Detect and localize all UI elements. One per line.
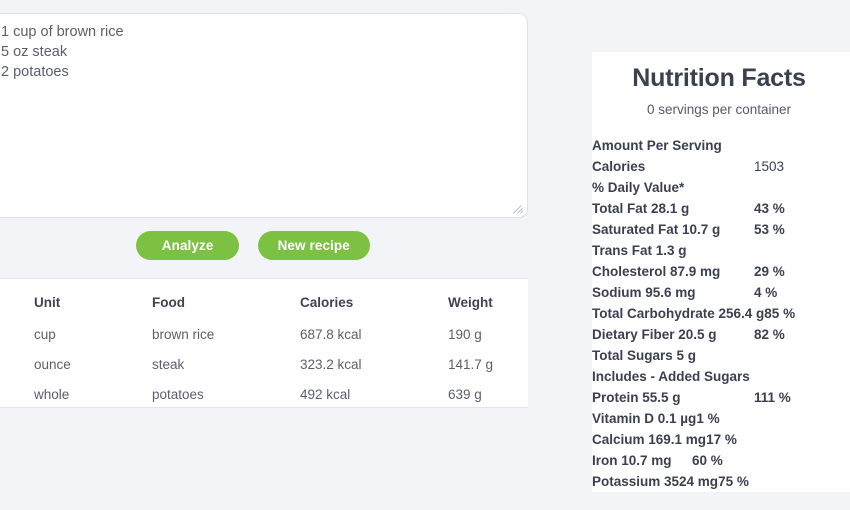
- calories-label: Calories: [592, 156, 754, 177]
- nutrient-row-iron: Iron 10.7 mg60 %: [592, 450, 850, 471]
- nutrient-row-trans-fat: Trans Fat 1.3 g: [592, 240, 850, 261]
- column-header-calories: Calories: [300, 279, 448, 319]
- amount-per-serving-row: Amount Per Serving: [592, 135, 850, 156]
- nutrient-label: Total Sugars 5 g: [592, 345, 754, 366]
- nutrient-label: Dietary Fiber 20.5 g: [592, 324, 754, 345]
- nutrient-row-calcium: Calcium 169.1 mg17 %: [592, 429, 850, 450]
- nutrient-label: Vitamin D 0.1 µg: [592, 408, 696, 429]
- cell-food: steak: [152, 349, 300, 379]
- nutrient-percent: 43 %: [754, 198, 785, 219]
- nutrient-percent: 111 %: [754, 387, 791, 408]
- amount-per-serving-label: Amount Per Serving: [592, 135, 722, 156]
- nutrient-row-saturated-fat: Saturated Fat 10.7 g53 %: [592, 219, 850, 240]
- table-row: ounce steak 323.2 kcal 141.7 g: [0, 349, 528, 379]
- nutrition-facts-card: Nutrition Facts 0 servings per container…: [592, 52, 850, 492]
- table-row: whole potatoes 492 kcal 639 g: [0, 379, 528, 409]
- nutrient-row-cholesterol: Cholesterol 87.9 mg29 %: [592, 261, 850, 282]
- nutrient-label: Potassium 3524 mg: [592, 471, 718, 492]
- nutrient-label: Cholesterol 87.9 mg: [592, 261, 754, 282]
- column-header-food: Food: [152, 279, 300, 319]
- recipe-input[interactable]: [0, 14, 527, 217]
- cell-weight: 141.7 g: [448, 349, 528, 379]
- calories-row: Calories1503: [592, 156, 850, 177]
- cell-weight: 639 g: [448, 379, 528, 409]
- nutrient-percent: 4 %: [754, 282, 777, 303]
- new-recipe-button[interactable]: New recipe: [258, 231, 370, 260]
- cell-calories: 323.2 kcal: [300, 349, 448, 379]
- nutrient-row-total-carbohydrate: Total Carbohydrate 256.4 g85 %: [592, 303, 850, 324]
- analyze-button[interactable]: Analyze: [136, 231, 239, 260]
- nutrient-row-added-sugars: Includes - Added Sugars: [592, 366, 850, 387]
- nutrition-rows: Amount Per Serving Calories1503 % Daily …: [592, 135, 850, 492]
- nutrient-label: Includes - Added Sugars: [592, 366, 754, 387]
- nutrient-row-protein: Protein 55.5 g111 %: [592, 387, 850, 408]
- nutrient-row-sodium: Sodium 95.6 mg4 %: [592, 282, 850, 303]
- nutrient-percent: 60 %: [692, 450, 723, 471]
- recipe-panel: Analyze New recipe Unit Food Calories We…: [0, 0, 528, 510]
- cell-unit: cup: [0, 319, 152, 349]
- calories-value: 1503: [754, 156, 784, 177]
- cell-calories: 687.8 kcal: [300, 319, 448, 349]
- cell-weight: 190 g: [448, 319, 528, 349]
- cell-calories: 492 kcal: [300, 379, 448, 409]
- nutrition-facts-title: Nutrition Facts: [592, 64, 850, 93]
- nutrient-label: Sodium 95.6 mg: [592, 282, 754, 303]
- nutrient-percent: 82 %: [754, 324, 785, 345]
- results-table: Unit Food Calories Weight cup brown rice…: [0, 279, 528, 409]
- nutrient-percent: 53 %: [754, 219, 785, 240]
- nutrient-row-vitamin-d: Vitamin D 0.1 µg1 %: [592, 408, 850, 429]
- cell-food: brown rice: [152, 319, 300, 349]
- nutrient-percent: 17 %: [706, 429, 737, 450]
- nutrient-label: Calcium 169.1 mg: [592, 429, 706, 450]
- nutrient-percent: 75 %: [718, 471, 749, 492]
- nutrient-row-total-sugars: Total Sugars 5 g: [592, 345, 850, 366]
- action-button-row: Analyze New recipe: [0, 231, 528, 260]
- nutrient-row-total-fat: Total Fat 28.1 g43 %: [592, 198, 850, 219]
- nutrient-row-potassium: Potassium 3524 mg75 %: [592, 471, 850, 492]
- daily-value-header-row: % Daily Value*: [592, 177, 850, 198]
- nutrient-percent: 29 %: [754, 261, 785, 282]
- nutrient-label: Total Fat 28.1 g: [592, 198, 754, 219]
- nutrient-percent: 1 %: [696, 408, 719, 429]
- nutrient-label: Iron 10.7 mg: [592, 450, 692, 471]
- daily-value-header: % Daily Value*: [592, 177, 684, 198]
- cell-unit: whole: [0, 379, 152, 409]
- table-header-row: Unit Food Calories Weight: [0, 279, 528, 319]
- recipe-input-card: [0, 13, 528, 218]
- cell-unit: ounce: [0, 349, 152, 379]
- cell-food: potatoes: [152, 379, 300, 409]
- nutrient-label: Total Carbohydrate 256.4 g: [592, 303, 764, 324]
- nutrient-label: Protein 55.5 g: [592, 387, 754, 408]
- nutrient-label: Trans Fat 1.3 g: [592, 240, 754, 261]
- column-header-unit: Unit: [0, 279, 152, 319]
- nutrient-row-dietary-fiber: Dietary Fiber 20.5 g82 %: [592, 324, 850, 345]
- nutrient-label: Saturated Fat 10.7 g: [592, 219, 754, 240]
- nutrient-percent: 85 %: [764, 303, 795, 324]
- table-row: cup brown rice 687.8 kcal 190 g: [0, 319, 528, 349]
- servings-per-container: 0 servings per container: [592, 102, 850, 117]
- column-header-weight: Weight: [448, 279, 528, 319]
- results-table-card: Unit Food Calories Weight cup brown rice…: [0, 278, 528, 408]
